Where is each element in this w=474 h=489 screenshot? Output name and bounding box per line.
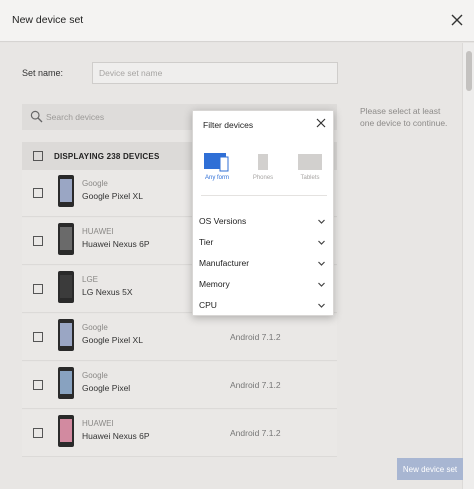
filter-section-label: CPU <box>199 300 217 310</box>
filter-section-label: Memory <box>199 279 230 289</box>
filter-section[interactable]: OS Versions <box>193 211 333 231</box>
filter-section-label: OS Versions <box>199 216 247 226</box>
tablet-icon <box>298 154 322 170</box>
device-screen <box>60 419 72 442</box>
device-model: Google Pixel <box>82 383 131 393</box>
chevron-down-icon <box>318 261 325 266</box>
select-all-checkbox[interactable] <box>33 151 43 161</box>
device-thumbnail <box>58 271 74 303</box>
filter-panel: Filter devices Any form Phones Tablets O… <box>192 110 334 316</box>
chevron-down-icon <box>318 240 325 245</box>
form-label: Any form <box>204 175 229 181</box>
set-name-label: Set name: <box>22 68 64 78</box>
device-checkbox[interactable] <box>33 380 43 390</box>
filter-panel-title: Filter devices <box>203 120 254 130</box>
device-os: Android 7.1.2 <box>230 332 281 342</box>
close-icon[interactable] <box>448 11 466 29</box>
filter-section[interactable]: Tier <box>193 232 333 252</box>
device-checkbox[interactable] <box>33 284 43 294</box>
chevron-down-icon <box>318 219 325 224</box>
device-screen <box>60 179 72 202</box>
form-filter-any[interactable]: Any form <box>200 151 234 187</box>
phone-icon <box>258 154 268 170</box>
device-checkbox[interactable] <box>33 236 43 246</box>
device-checkbox[interactable] <box>33 428 43 438</box>
any-form-icon <box>204 153 229 172</box>
filter-section[interactable]: Manufacturer <box>193 253 333 273</box>
close-icon[interactable] <box>315 117 327 129</box>
device-model: LG Nexus 5X <box>82 287 133 297</box>
device-maker: LGE <box>82 275 99 284</box>
device-maker: HUAWEI <box>82 227 114 236</box>
device-row[interactable]: Google Google Pixel XL Android 7.1.2 <box>22 314 337 361</box>
device-row[interactable]: HUAWEI Huawei Nexus 6P Android 7.1.2 <box>22 410 337 457</box>
filter-divider <box>201 195 327 196</box>
device-row[interactable]: Google Google Pixel Android 7.1.2 <box>22 362 337 409</box>
device-thumbnail <box>58 319 74 351</box>
filter-section-label: Manufacturer <box>199 258 250 268</box>
device-screen <box>60 275 72 298</box>
selection-hint: Please select at least one device to con… <box>360 106 448 128</box>
device-os: Android 7.1.2 <box>230 380 281 390</box>
filter-section[interactable]: CPU <box>193 295 333 315</box>
set-name-input[interactable] <box>92 62 338 84</box>
scrollbar[interactable] <box>462 43 474 489</box>
dialog-header: New device set <box>0 0 474 42</box>
filter-section[interactable]: Memory <box>193 274 333 294</box>
device-screen <box>60 323 72 346</box>
device-thumbnail <box>58 415 74 447</box>
device-model: Google Pixel XL <box>82 335 143 345</box>
scrollbar-thumb[interactable] <box>466 51 472 91</box>
device-model: Huawei Nexus 6P <box>82 239 150 249</box>
search-icon <box>30 110 43 123</box>
chevron-down-icon <box>318 282 325 287</box>
device-model: Huawei Nexus 6P <box>82 431 150 441</box>
device-thumbnail <box>58 223 74 255</box>
device-maker: HUAWEI <box>82 419 114 428</box>
form-filter-phones[interactable]: Phones <box>246 151 280 187</box>
device-thumbnail <box>58 367 74 399</box>
filter-section-label: Tier <box>199 237 214 247</box>
device-maker: Google <box>82 323 108 332</box>
chevron-down-icon <box>318 303 325 308</box>
device-screen <box>60 371 72 394</box>
form-label: Tablets <box>300 175 320 181</box>
device-thumbnail <box>58 175 74 207</box>
device-count-label: DISPLAYING 238 DEVICES <box>54 152 160 161</box>
device-os: Android 7.1.2 <box>230 428 281 438</box>
device-checkbox[interactable] <box>33 332 43 342</box>
form-label: Phones <box>252 175 274 181</box>
device-model: Google Pixel XL <box>82 191 143 201</box>
new-device-set-button[interactable]: New device set <box>397 458 463 480</box>
dialog-title: New device set <box>12 14 84 26</box>
device-screen <box>60 227 72 250</box>
form-filter-tablets[interactable]: Tablets <box>293 151 327 187</box>
device-checkbox[interactable] <box>33 188 43 198</box>
device-maker: Google <box>82 371 108 380</box>
device-maker: Google <box>82 179 108 188</box>
